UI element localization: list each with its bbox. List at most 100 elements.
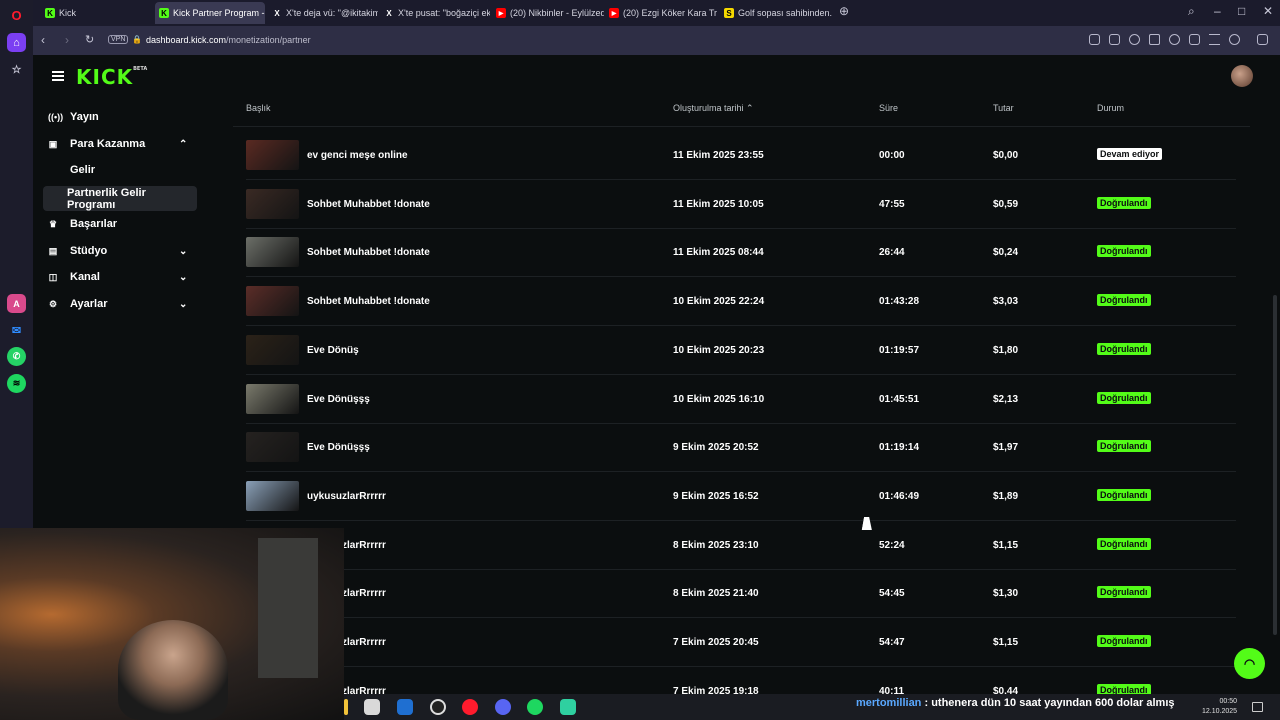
- file-explorer-icon[interactable]: [344, 699, 348, 715]
- support-chat-button[interactable]: ◠: [1234, 648, 1265, 679]
- outlook-icon[interactable]: [397, 699, 413, 715]
- shield-icon[interactable]: [1129, 34, 1140, 45]
- notification-icon[interactable]: [1252, 702, 1263, 712]
- video-thumbnail[interactable]: [246, 188, 299, 219]
- spotify-icon[interactable]: ≋: [7, 374, 26, 393]
- sidebar-item-kanal[interactable]: ◫ Kanal ⌄: [48, 271, 188, 283]
- video-title[interactable]: Eve Dönüşşş: [307, 442, 370, 453]
- heart-icon[interactable]: [1169, 34, 1180, 45]
- table-row[interactable]: uykusuzlarRrrrrr 8 Ekim 2025 21:40 54:45 $1…: [246, 569, 1236, 619]
- kick-logo[interactable]: KICKBETA: [76, 65, 147, 89]
- status-badge: Doğrulandı: [1097, 342, 1151, 355]
- download-icon[interactable]: [1189, 34, 1200, 45]
- maximize-icon[interactable]: □: [1238, 4, 1245, 18]
- sidebar-item-studyo[interactable]: ▤ Stüdyo ⌄: [48, 245, 188, 257]
- avatar[interactable]: [1231, 65, 1253, 87]
- profile-icon[interactable]: [1229, 34, 1240, 45]
- video-thumbnail[interactable]: [246, 432, 299, 463]
- sidebar-item-para-kazanma[interactable]: ▣ Para Kazanma ⌃: [48, 138, 188, 150]
- search-tabs-icon[interactable]: ⌕: [1188, 4, 1195, 19]
- aria-icon[interactable]: A: [7, 294, 26, 313]
- camera-icon[interactable]: [1109, 34, 1120, 45]
- chevron-down-icon[interactable]: ⌄: [179, 246, 187, 257]
- column-header-duration[interactable]: Süre: [879, 103, 898, 113]
- tab-title: (20) Nikbinler - Eylülzede: [510, 8, 604, 18]
- gear-icon: ⚙: [48, 298, 58, 309]
- table-row[interactable]: Eve Dönüş 10 Ekim 2025 20:23 01:19:57 $1,80…: [246, 326, 1236, 375]
- url-field[interactable]: dashboard.kick.com/monetization/partner: [146, 35, 311, 45]
- table-row[interactable]: Sohbet Muhabbet !donate 11 Ekim 2025 08:4…: [246, 228, 1236, 278]
- star-icon[interactable]: ☆: [7, 60, 26, 79]
- sidebar-subitem-partnerlik[interactable]: Partnerlik Gelir Programı: [43, 186, 197, 211]
- hamburger-menu-icon[interactable]: [52, 71, 64, 81]
- video-title[interactable]: uykusuzlarRrrrrr: [307, 491, 386, 502]
- tab-6[interactable]: S Golf sopası sahibinden.con: [720, 2, 832, 24]
- sidebar-item-ayarlar[interactable]: ⚙ Ayarlar ⌄: [48, 298, 187, 310]
- duration: 26:44: [879, 247, 905, 259]
- table-row[interactable]: Sohbet Muhabbet !donate 10 Ekim 2025 22:2…: [246, 277, 1236, 327]
- video-thumbnail[interactable]: [246, 140, 299, 170]
- table-row[interactable]: Sohbet Muhabbet !donate 11 Ekim 2025 10:0…: [246, 180, 1236, 229]
- chevron-down-icon[interactable]: ⌄: [179, 272, 187, 283]
- duration: 47:55: [879, 198, 905, 210]
- video-title[interactable]: Eve Dönüş: [307, 345, 359, 356]
- vpn-badge[interactable]: VPN: [108, 35, 129, 44]
- opera-logo-icon[interactable]: O: [7, 6, 26, 25]
- opera-icon[interactable]: [462, 699, 478, 715]
- sidebar-item-basarilar[interactable]: ♛ Başarılar: [48, 218, 117, 230]
- store-icon[interactable]: [364, 699, 380, 715]
- extension-icon[interactable]: [1257, 34, 1268, 45]
- trophy-icon: ♛: [48, 218, 58, 229]
- tab-2[interactable]: X X'te deja vü: "@ikitakimlik: [268, 2, 378, 24]
- video-title[interactable]: Eve Dönüşşş: [307, 394, 370, 405]
- reload-icon[interactable]: ↻: [85, 33, 94, 46]
- spotify-taskbar-icon[interactable]: [527, 699, 543, 715]
- edit-icon[interactable]: [1089, 34, 1100, 45]
- table-row[interactable]: ev genci meşe online 11 Ekim 2025 23:55 00…: [246, 131, 1236, 180]
- column-header-amount[interactable]: Tutar: [993, 103, 1014, 113]
- column-header-created[interactable]: Oluşturulma tarihi ⌃: [673, 103, 754, 114]
- page-scrollbar[interactable]: [1273, 295, 1277, 635]
- forward-icon[interactable]: ›: [65, 33, 69, 47]
- play-icon[interactable]: [1149, 34, 1160, 45]
- tab-1[interactable]: K Kick Partner Program - Ki: [155, 2, 265, 24]
- video-thumbnail[interactable]: [246, 237, 299, 268]
- close-icon[interactable]: ✕: [1263, 4, 1273, 18]
- table-row[interactable]: uykusuzlarRrrrrr 9 Ekim 2025 16:52 01:46:4…: [246, 472, 1236, 521]
- back-icon[interactable]: ‹: [41, 33, 45, 47]
- minimize-icon[interactable]: –: [1214, 4, 1221, 18]
- app-icon[interactable]: [560, 699, 576, 715]
- new-tab-icon[interactable]: ⊕: [839, 4, 849, 18]
- video-thumbnail[interactable]: [246, 383, 299, 414]
- video-title[interactable]: ev genci meşe online: [307, 150, 408, 161]
- chevron-up-icon[interactable]: ⌃: [179, 139, 187, 150]
- tab-4[interactable]: ▶ (20) Nikbinler - Eylülzede: [492, 2, 604, 24]
- obs-icon[interactable]: [430, 699, 446, 715]
- video-title[interactable]: Sohbet Muhabbet !donate: [307, 296, 430, 307]
- menu-icon[interactable]: [1209, 34, 1220, 45]
- video-title[interactable]: Sohbet Muhabbet !donate: [307, 199, 430, 210]
- video-thumbnail[interactable]: [246, 480, 299, 511]
- video-title[interactable]: Sohbet Muhabbet !donate: [307, 247, 430, 258]
- duration: 01:19:14: [879, 442, 920, 454]
- tab-0[interactable]: K Kick: [41, 2, 153, 24]
- discord-icon[interactable]: [495, 699, 511, 715]
- column-header-title[interactable]: Başlık: [246, 103, 271, 113]
- table-row[interactable]: Eve Dönüşşş 10 Ekim 2025 16:10 01:45:51 $2,…: [246, 375, 1236, 424]
- sidebar-subitem-gelir[interactable]: Gelir: [70, 164, 95, 176]
- tab-3[interactable]: X X'te pusat: "boğaziçi ekon: [380, 2, 490, 24]
- status-badge: Doğrulandı: [1097, 391, 1151, 404]
- sidebar-item-yayin[interactable]: ((•)) Yayın: [48, 111, 99, 123]
- home-icon[interactable]: ⌂: [7, 33, 26, 52]
- table-row[interactable]: uykusuzlarRrrrrr 8 Ekim 2025 23:10 52:24 $1…: [246, 521, 1236, 570]
- tab-5[interactable]: ▶ (20) Ezgi Köker Kara Tren: [605, 2, 717, 24]
- chevron-down-icon[interactable]: ⌄: [179, 299, 187, 310]
- whatsapp-icon[interactable]: ✆: [7, 347, 26, 366]
- messenger-icon[interactable]: ✉: [7, 321, 26, 340]
- table-row[interactable]: uykusuzlarRrrrrr 7 Ekim 2025 20:45 54:47 $1…: [246, 618, 1236, 667]
- table-row[interactable]: Eve Dönüşşş 9 Ekim 2025 20:52 01:19:14 $1,9…: [246, 423, 1236, 473]
- system-clock[interactable]: 00:50 12.10.2025: [1202, 697, 1237, 717]
- column-header-status[interactable]: Durum: [1097, 103, 1124, 113]
- video-thumbnail[interactable]: [246, 286, 299, 317]
- video-thumbnail[interactable]: [246, 334, 299, 365]
